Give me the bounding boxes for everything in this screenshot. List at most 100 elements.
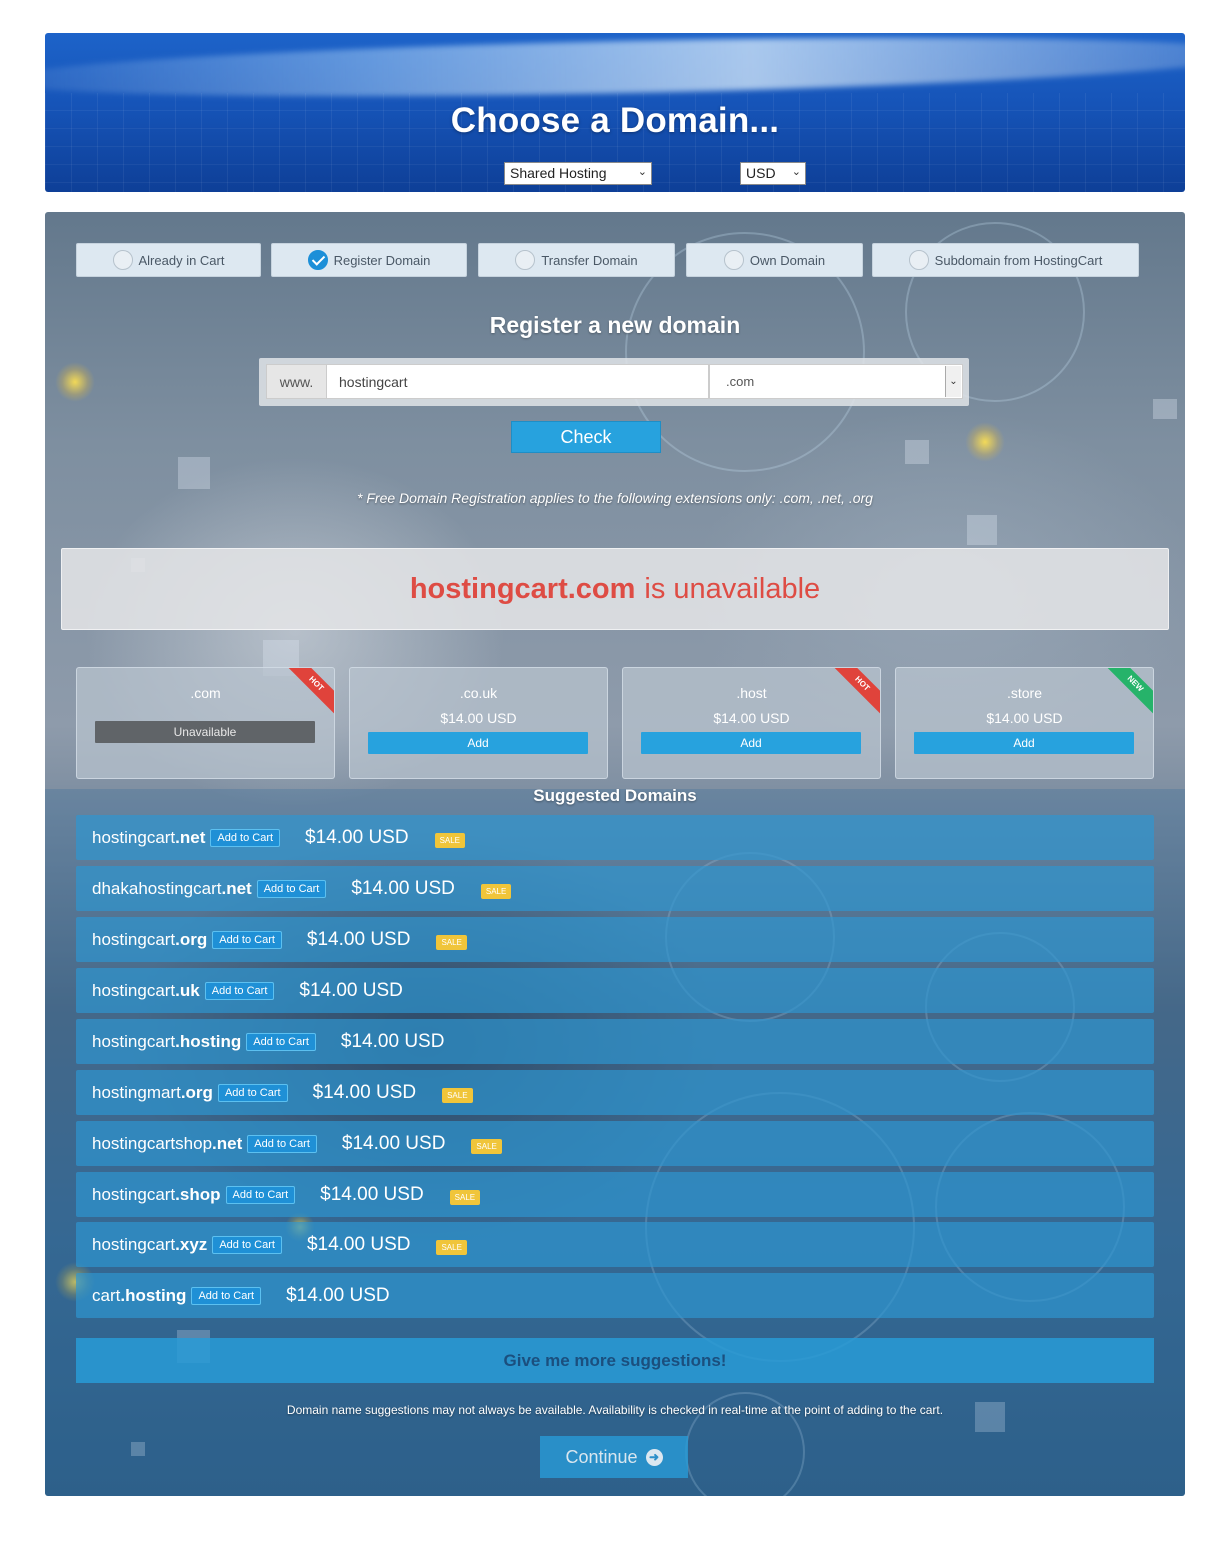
unavailable-button: Unavailable <box>95 721 315 743</box>
suggestion-row: dhakahostingcart.net Add to Cart $14.00 … <box>76 866 1154 911</box>
suggestions-title: Suggested Domains <box>533 786 697 805</box>
chevron-down-icon: ⌄ <box>637 166 647 178</box>
decor-square <box>905 440 929 464</box>
option-already-in-cart[interactable]: Already in Cart <box>76 243 261 277</box>
add-to-cart-button[interactable]: Add to Cart <box>246 1032 316 1051</box>
www-prefix: www. <box>266 364 327 399</box>
add-to-cart-button[interactable]: Add to Cart <box>212 1235 282 1254</box>
add-to-cart-button[interactable]: Add to Cart <box>225 1185 296 1204</box>
domain-input[interactable] <box>327 364 709 399</box>
suggestion-domain: hostingcart.uk <box>92 981 200 1001</box>
decor-square <box>1153 399 1177 419</box>
tld-price: $14.00 USD <box>986 710 1063 726</box>
suggestion-domain: hostingcart.hosting <box>92 1032 241 1052</box>
tld-name: .com <box>190 685 221 701</box>
add-to-cart-button[interactable]: Add to Cart <box>210 828 281 847</box>
suggestion-row: hostingcart.net Add to Cart $14.00 USD S… <box>76 815 1154 860</box>
add-button[interactable]: Add <box>641 732 861 754</box>
add-to-cart-button[interactable]: Add to Cart <box>256 879 327 898</box>
sale-badge: SALE <box>442 1088 473 1103</box>
currency-select[interactable]: USD ⌄ <box>740 162 806 185</box>
page-title: Choose a Domain... <box>450 101 780 140</box>
add-to-cart-button[interactable]: Add to Cart <box>191 1286 262 1305</box>
tld-price: $14.00 USD <box>713 710 790 726</box>
suggestion-price: $14.00 USD <box>341 1132 446 1154</box>
tld-name: .co.uk <box>459 685 498 701</box>
sale-badge: SALE <box>471 1139 502 1154</box>
add-button[interactable]: Add <box>914 732 1134 754</box>
option-register-domain[interactable]: Register Domain <box>271 243 467 277</box>
free-domain-note: * Free Domain Registration applies to th… <box>357 490 873 506</box>
suggestion-price: $14.00 USD <box>305 826 409 848</box>
domain-sld: hostingcart <box>92 1031 176 1051</box>
domain-tld: .xyz <box>175 1234 208 1254</box>
decor-square <box>967 515 997 545</box>
suggestion-row: hostingcartshop.net Add to Cart $14.00 U… <box>76 1121 1154 1166</box>
tld-select[interactable]: .com ⌄ <box>709 364 963 399</box>
suggestion-domain: hostingcart.xyz <box>92 1235 207 1255</box>
more-suggestions-button[interactable]: Give me more suggestions! <box>76 1338 1154 1383</box>
option-label: Subdomain from HostingCart <box>934 252 1103 268</box>
radio-icon <box>515 250 536 270</box>
decor-square <box>178 457 210 489</box>
tld-name: .host <box>736 685 767 701</box>
suggestion-price: $14.00 USD <box>320 1183 424 1205</box>
domain-tld: .org <box>175 929 208 949</box>
domain-search-group: www. .com ⌄ <box>259 358 969 406</box>
sale-badge: SALE <box>480 884 512 899</box>
option-label: Transfer Domain <box>541 252 638 268</box>
domain-tld: .hosting <box>175 1031 242 1051</box>
continue-button[interactable]: Continue ➜ <box>540 1436 688 1478</box>
domain-sld: dhakahostingcart <box>92 878 222 898</box>
suggestion-domain: cart.hosting <box>92 1286 186 1306</box>
add-to-cart-button[interactable]: Add to Cart <box>247 1134 317 1153</box>
domain-tld: .hosting <box>120 1285 187 1305</box>
suggestion-domain: hostingcart.shop <box>92 1185 221 1205</box>
register-title: Register a new domain <box>489 312 741 338</box>
domain-sld: cart <box>92 1285 121 1305</box>
radio-icon <box>908 250 929 270</box>
option-subdomain[interactable]: Subdomain from HostingCart <box>872 243 1139 277</box>
domain-sld: hostingcart <box>92 1184 176 1204</box>
check-button[interactable]: Check <box>511 421 661 453</box>
option-own-domain[interactable]: Own Domain <box>686 243 863 277</box>
header-banner: Choose a Domain... Shared Hosting ⌄ USD … <box>45 33 1185 192</box>
suggestion-row: cart.hosting Add to Cart $14.00 USD <box>76 1273 1154 1318</box>
option-transfer-domain[interactable]: Transfer Domain <box>478 243 675 277</box>
sale-badge: SALE <box>434 833 466 848</box>
domain-sld: hostingcart <box>92 980 176 1000</box>
decor-glow <box>55 362 95 402</box>
result-domain: hostingcart.com <box>409 572 636 605</box>
suggestion-price: $14.00 USD <box>340 1030 445 1052</box>
suggestion-row: hostingcart.org Add to Cart $14.00 USD S… <box>76 917 1154 962</box>
checkmark-icon <box>307 250 328 270</box>
tld-price: $14.00 USD <box>440 710 517 726</box>
domain-tld: .net <box>212 1133 243 1153</box>
domain-sld: hostingcart <box>92 827 176 847</box>
add-to-cart-button[interactable]: Add to Cart <box>204 981 275 1000</box>
radio-icon <box>112 250 133 270</box>
product-select[interactable]: Shared Hosting ⌄ <box>504 162 652 185</box>
domain-tld: .net <box>175 827 206 847</box>
suggestion-price: $14.00 USD <box>306 928 411 950</box>
suggestion-row: hostingmart.org Add to Cart $14.00 USD S… <box>76 1070 1154 1115</box>
tld-select-value: .com <box>726 374 755 389</box>
add-to-cart-button[interactable]: Add to Cart <box>212 930 282 949</box>
currency-select-value: USD <box>746 165 776 181</box>
suggestion-domain: hostingcartshop.net <box>92 1134 242 1154</box>
suggestion-row: hostingcart.uk Add to Cart $14.00 USD <box>76 968 1154 1013</box>
product-select-value: Shared Hosting <box>510 165 607 181</box>
domain-tld: .uk <box>175 980 200 1000</box>
suggestion-domain: hostingcart.org <box>92 930 207 950</box>
radio-icon <box>723 250 744 270</box>
sale-badge: SALE <box>436 1240 467 1255</box>
availability-result: hostingcart.com is unavailable <box>61 548 1169 630</box>
suggestion-price: $14.00 USD <box>312 1081 417 1103</box>
add-to-cart-button[interactable]: Add to Cart <box>217 1083 288 1102</box>
add-button[interactable]: Add <box>368 732 588 754</box>
decor-glow <box>965 422 1005 462</box>
suggestion-domain: dhakahostingcart.net <box>92 879 252 899</box>
domain-tld: .org <box>180 1082 213 1102</box>
suggestion-price: $14.00 USD <box>286 1284 390 1306</box>
arrow-right-circle-icon: ➜ <box>645 1448 663 1466</box>
